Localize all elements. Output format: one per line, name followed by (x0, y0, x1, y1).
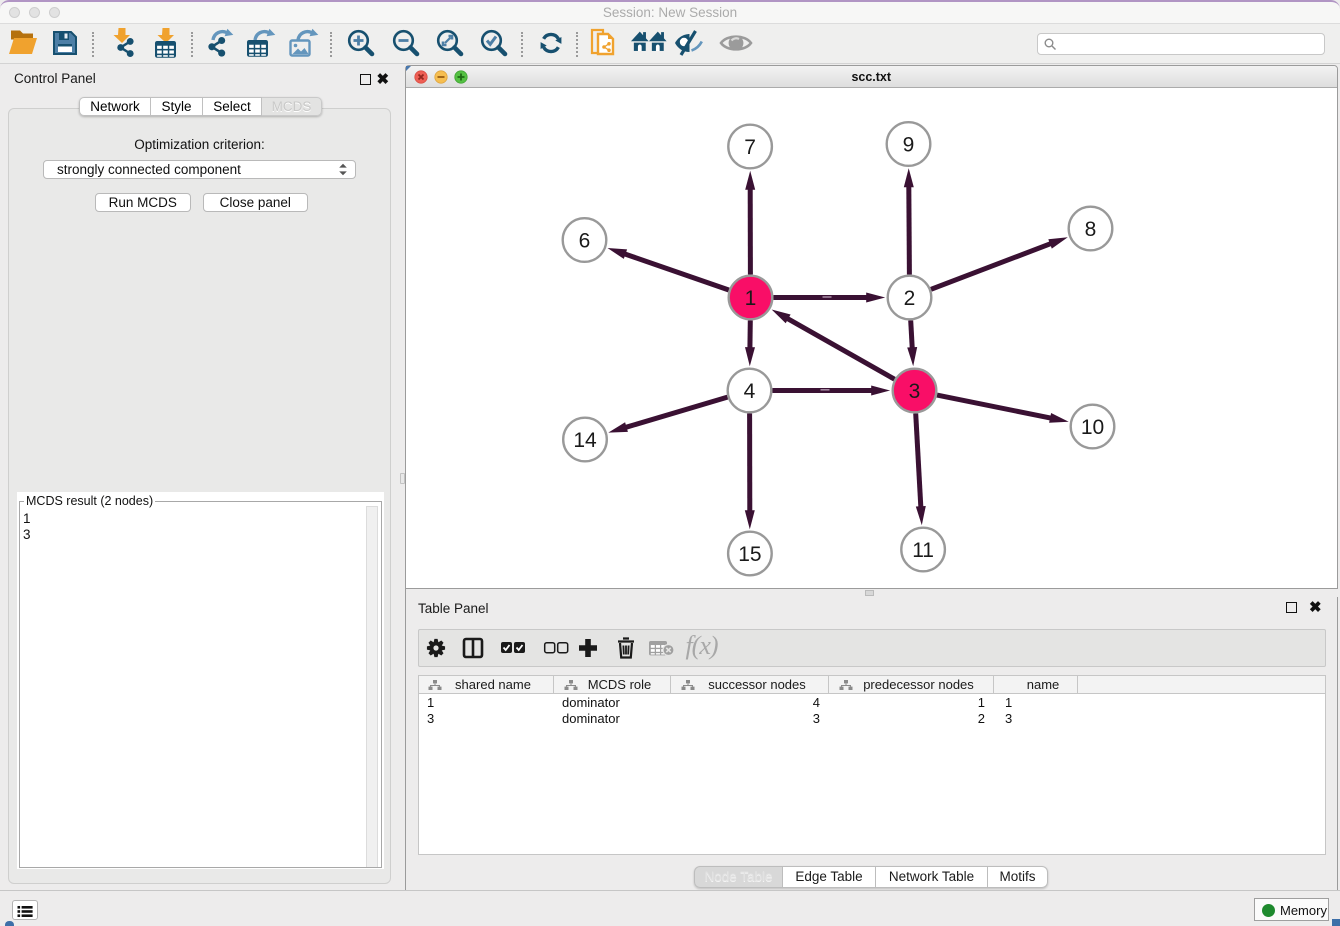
svg-text:4: 4 (743, 380, 755, 403)
svg-text:9: 9 (902, 133, 914, 156)
svg-text:10: 10 (1080, 416, 1103, 439)
svg-text:15: 15 (738, 543, 761, 566)
svg-text:7: 7 (744, 136, 756, 159)
svg-text:14: 14 (573, 429, 597, 452)
svg-text:6: 6 (578, 229, 590, 252)
svg-text:3: 3 (908, 380, 920, 403)
svg-text:11: 11 (912, 539, 934, 562)
svg-text:1: 1 (744, 287, 756, 310)
svg-text:2: 2 (903, 287, 915, 310)
svg-text:8: 8 (1084, 218, 1096, 241)
